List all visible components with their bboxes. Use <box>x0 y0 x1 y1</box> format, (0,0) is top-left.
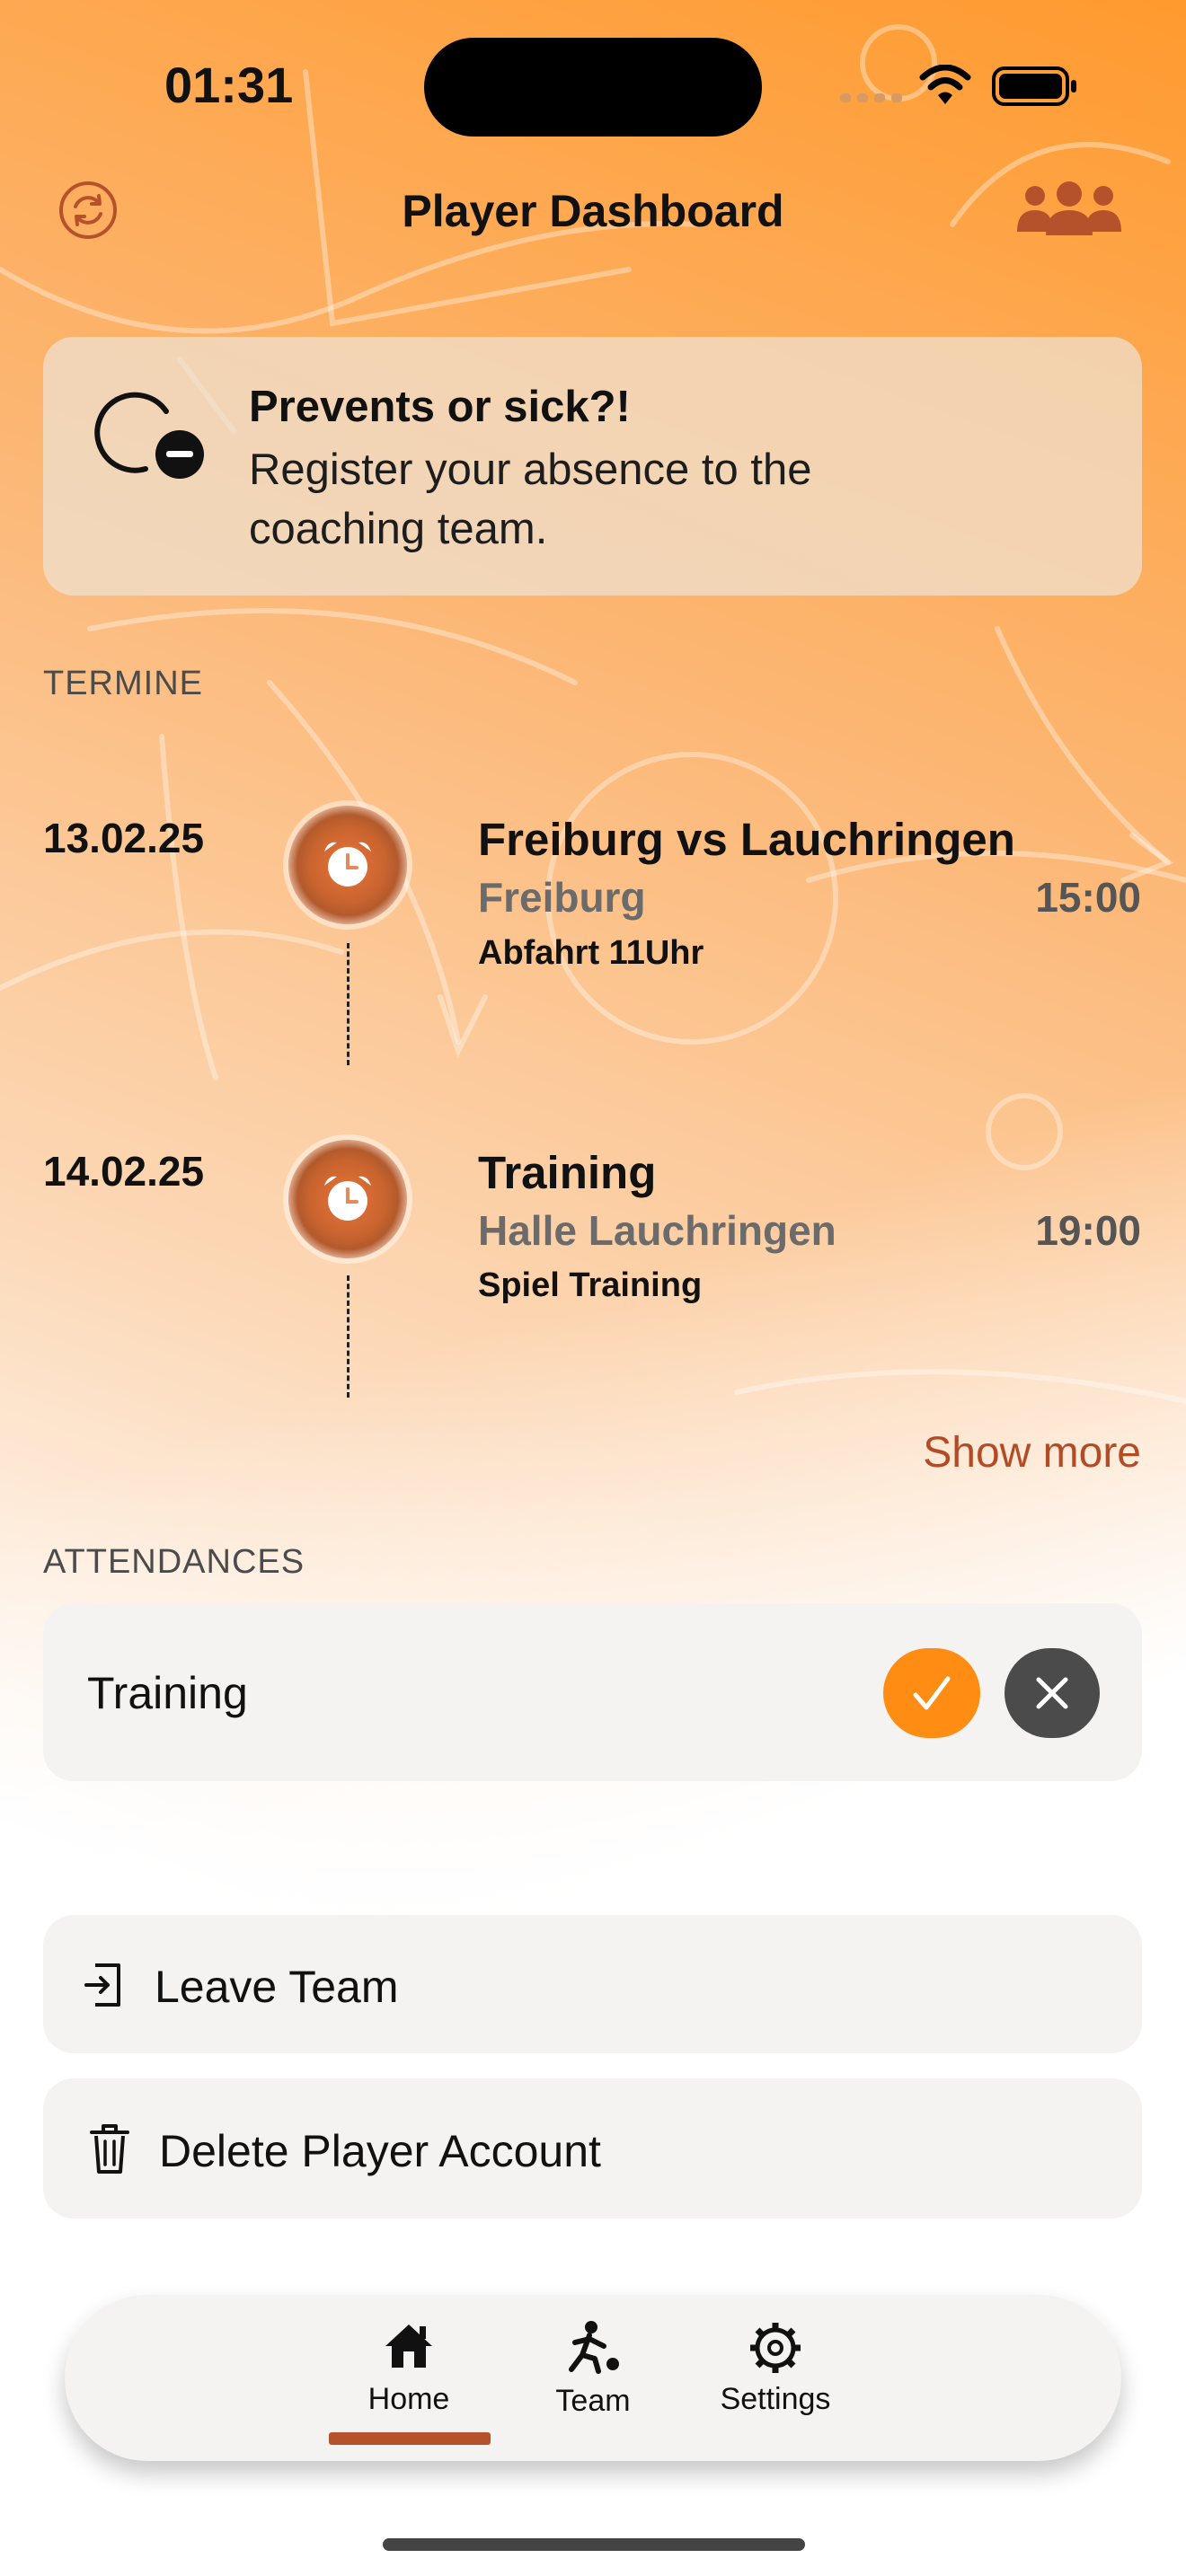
wifi-icon <box>919 65 971 104</box>
attendance-name: Training <box>87 1668 248 1718</box>
tab-home-label: Home <box>367 2382 450 2416</box>
event-location: Halle Lauchringen <box>478 1207 836 1254</box>
event-note: Spiel Training <box>478 1266 703 1304</box>
event-title: Freiburg vs Lauchringen <box>478 814 1015 865</box>
absence-title: Prevents or sick?! <box>249 383 631 431</box>
accept-attendance-button[interactable] <box>883 1648 980 1738</box>
show-more-link[interactable]: Show more <box>809 1428 1141 1478</box>
page-title: Player Dashboard <box>402 186 784 236</box>
timeline-connector <box>347 943 350 1065</box>
timeline-connector <box>347 1275 350 1398</box>
absence-text: Register your absence to the coaching te… <box>249 446 812 553</box>
player-kick-icon <box>569 2321 619 2374</box>
event-note: Abfahrt 11Uhr <box>478 934 704 972</box>
home-indicator <box>383 2538 805 2551</box>
delete-account-label: Delete Player Account <box>159 2126 601 2176</box>
event-title: Training <box>478 1147 657 1198</box>
leave-team-icon <box>84 1963 120 2007</box>
tab-team-label: Team <box>555 2384 631 2418</box>
gear-icon <box>750 2323 801 2373</box>
dynamic-island <box>424 38 762 137</box>
battery-icon <box>992 66 1076 106</box>
event-time: 19:00 <box>1035 1207 1141 1254</box>
alarm-icon <box>324 1176 371 1221</box>
event-date: 13.02.25 <box>43 815 205 861</box>
section-label-termine: TERMINE <box>43 665 203 702</box>
tab-settings-label: Settings <box>720 2382 831 2416</box>
absence-clock-minus-icon <box>94 392 204 479</box>
tab-home[interactable]: Home <box>319 2317 499 2425</box>
home-icon <box>385 2325 432 2368</box>
alarm-icon <box>324 842 371 887</box>
tab-selected-indicator <box>329 2432 491 2445</box>
trash-icon <box>90 2124 129 2174</box>
event-location: Freiburg <box>478 874 646 921</box>
event-date: 14.02.25 <box>43 1148 205 1195</box>
decline-attendance-button[interactable] <box>1005 1648 1100 1738</box>
status-time: 01:31 <box>164 57 294 113</box>
tab-team[interactable]: Team <box>503 2317 683 2425</box>
event-time: 15:00 <box>1035 874 1141 921</box>
close-icon <box>1036 1677 1068 1709</box>
group-icon[interactable] <box>1013 180 1125 239</box>
leave-team-label: Leave Team <box>155 1962 399 2012</box>
signal-icon <box>840 93 902 102</box>
check-icon <box>913 1676 951 1710</box>
section-label-attendances: ATTENDANCES <box>43 1543 305 1581</box>
tab-settings[interactable]: Settings <box>686 2317 865 2425</box>
